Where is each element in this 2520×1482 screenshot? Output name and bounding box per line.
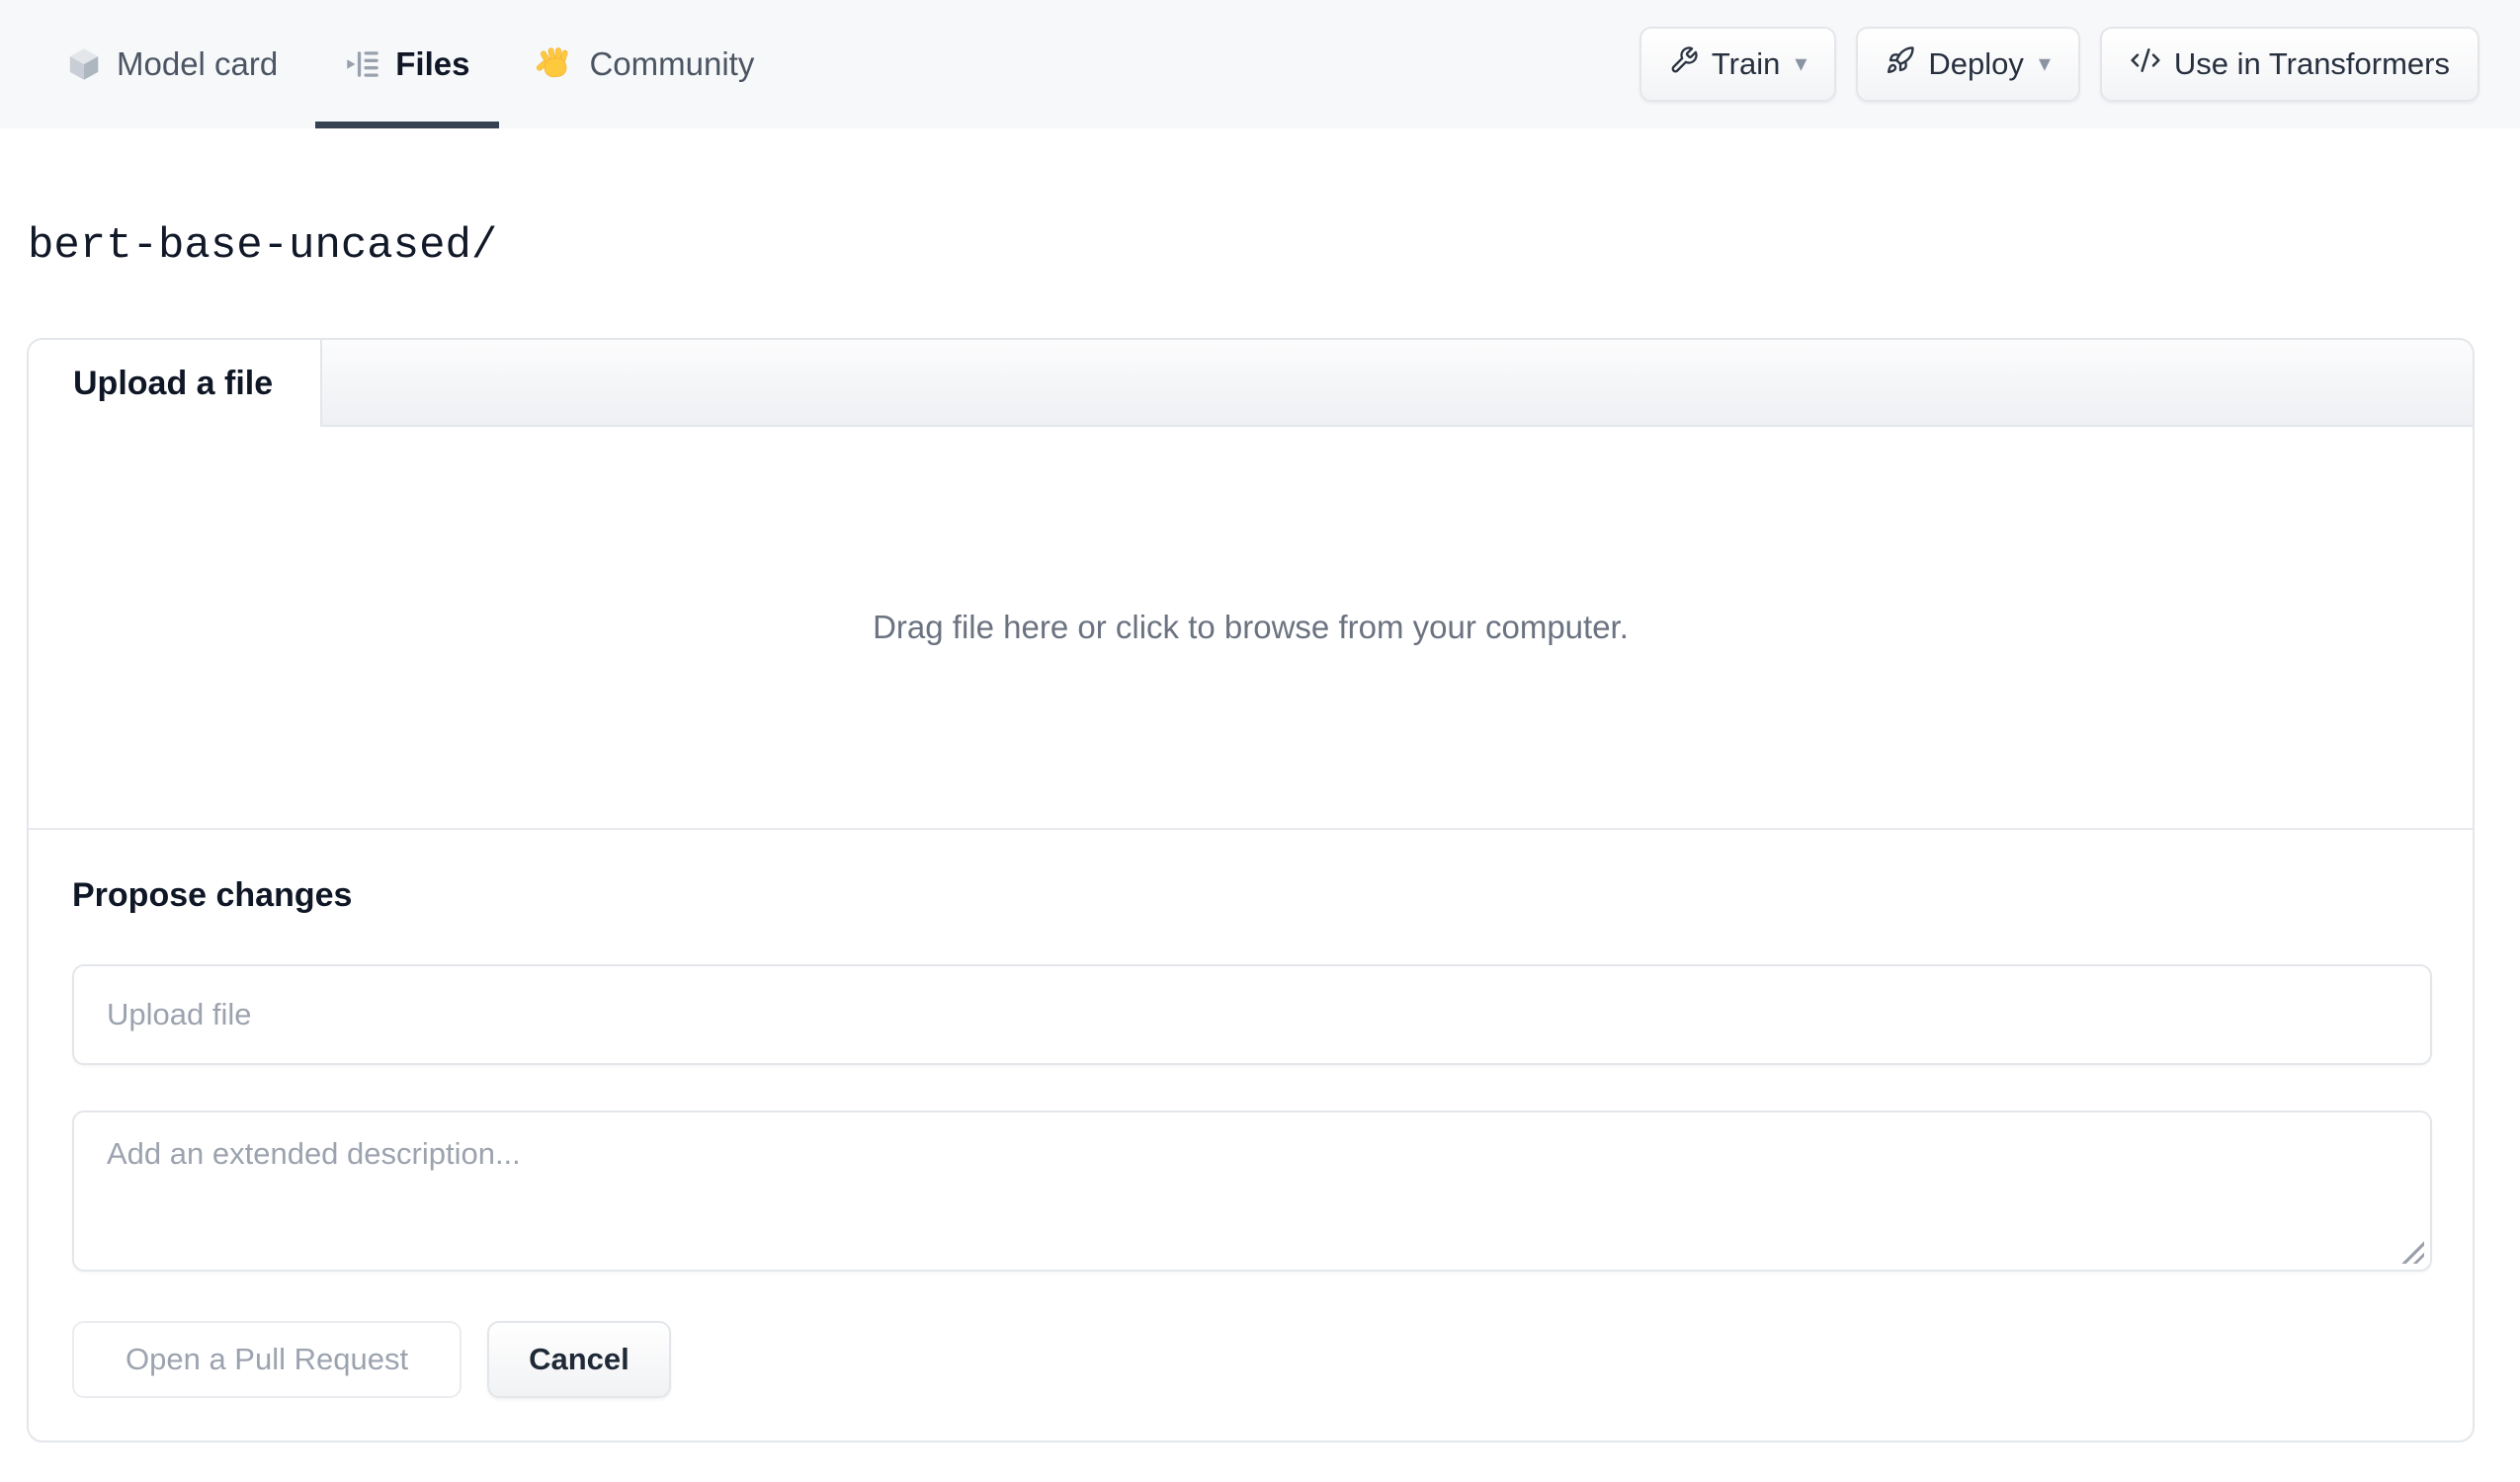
form-buttons-row: Open a Pull Request Cancel xyxy=(72,1321,2432,1398)
chevron-down-icon: ▾ xyxy=(1795,50,1807,77)
cancel-button[interactable]: Cancel xyxy=(487,1321,671,1398)
propose-changes-section: Propose changes Open a Pull Request Canc… xyxy=(29,830,2473,1441)
deploy-button[interactable]: Deploy ▾ xyxy=(1856,27,2080,102)
train-button[interactable]: Train ▾ xyxy=(1638,27,1837,102)
extended-description-textarea[interactable] xyxy=(72,1111,2432,1272)
dropzone-hint-text: Drag file here or click to browse from y… xyxy=(873,609,1629,645)
repo-action-buttons: Train ▾ Deploy ▾ Use in Transformers xyxy=(1638,0,2479,128)
model-repo-page: Model card Files Community Train ▾ Deplo… xyxy=(0,0,2520,1482)
deploy-button-label: Deploy xyxy=(1928,46,2024,81)
repo-navbar: Model card Files Community Train ▾ Deplo… xyxy=(0,0,2520,128)
repo-tabs: Model card Files Community xyxy=(37,0,784,128)
tab-community-label: Community xyxy=(589,45,755,82)
upload-panel: Upload a file Drag file here or click to… xyxy=(27,338,2475,1442)
tab-files-label: Files xyxy=(395,45,470,82)
extended-description-wrap xyxy=(72,1111,2432,1272)
upload-a-file-label: Upload a file xyxy=(73,364,274,402)
waving-hand-icon xyxy=(537,45,574,83)
repo-path[interactable]: bert-base-uncased/ xyxy=(28,221,497,271)
train-button-label: Train xyxy=(1711,46,1781,81)
open-pull-request-button[interactable]: Open a Pull Request xyxy=(72,1321,462,1398)
breadcrumb: bert-base-uncased/ xyxy=(28,220,497,272)
files-list-icon xyxy=(345,46,380,82)
tab-upload-a-file[interactable]: Upload a file xyxy=(29,340,322,427)
tab-model-card[interactable]: Model card xyxy=(37,0,307,128)
upload-panel-tabbar: Upload a file xyxy=(29,340,2473,427)
file-dropzone[interactable]: Drag file here or click to browse from y… xyxy=(29,427,2473,830)
propose-changes-heading: Propose changes xyxy=(72,876,353,914)
code-icon xyxy=(2130,44,2161,84)
tab-community[interactable]: Community xyxy=(507,0,784,128)
tab-model-card-label: Model card xyxy=(117,45,279,82)
commit-title-input[interactable] xyxy=(72,964,2432,1065)
cube-icon xyxy=(66,46,102,82)
wrench-icon xyxy=(1669,45,1699,83)
rocket-icon xyxy=(1886,45,1915,83)
chevron-down-icon: ▾ xyxy=(2038,50,2051,77)
use-in-transformers-label: Use in Transformers xyxy=(2173,46,2450,81)
use-in-transformers-button[interactable]: Use in Transformers xyxy=(2099,27,2479,102)
resize-handle[interactable] xyxy=(2398,1238,2424,1264)
tab-files[interactable]: Files xyxy=(315,0,500,128)
